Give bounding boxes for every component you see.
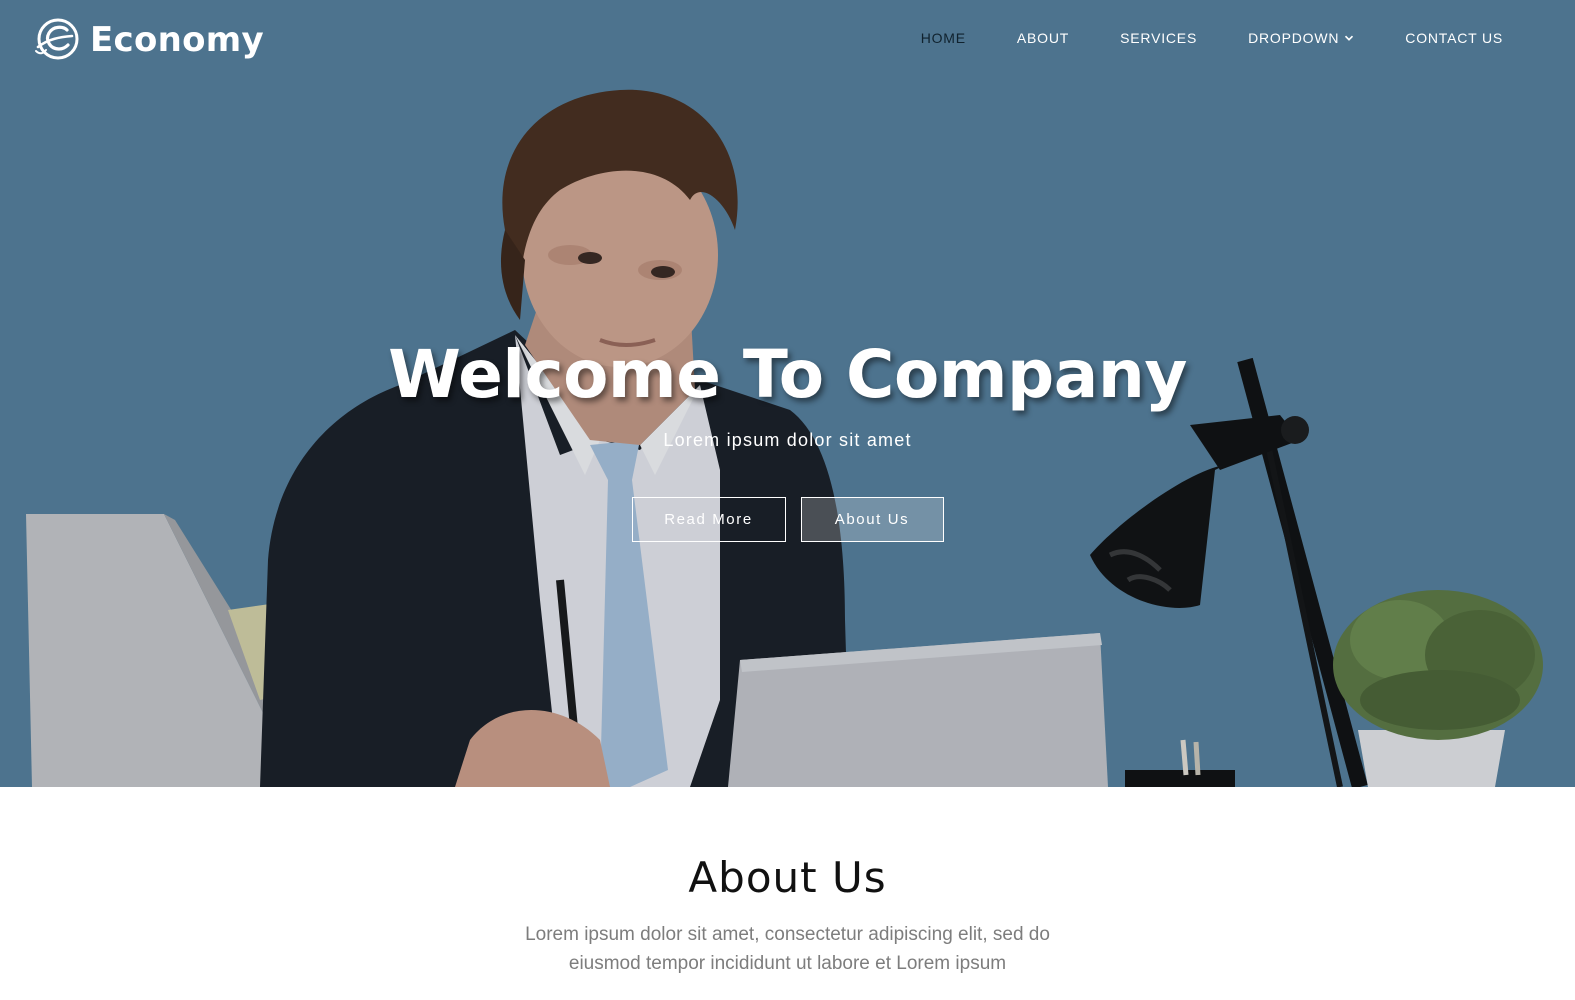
hero-section: Economy HOME ABOUT SERVICES DROPDOWN CON… bbox=[0, 0, 1575, 787]
nav-link-services[interactable]: SERVICES bbox=[1120, 30, 1197, 46]
nav-item-home: HOME bbox=[921, 30, 966, 46]
nav-link-home[interactable]: HOME bbox=[921, 30, 966, 46]
hero-content: Welcome To Company Lorem ipsum dolor sit… bbox=[0, 336, 1575, 451]
about-text-line-2: eiusmod tempor incididunt ut labore et L… bbox=[568, 953, 1007, 974]
about-text-line-1: Lorem ipsum dolor sit amet, consectetur … bbox=[525, 924, 1050, 945]
hero-buttons: Read More About Us bbox=[0, 497, 1575, 542]
nav-link-contact[interactable]: CONTACT US bbox=[1405, 30, 1503, 46]
hero-subtitle: Lorem ipsum dolor sit amet bbox=[663, 430, 912, 450]
nav-item-dropdown: DROPDOWN bbox=[1248, 30, 1354, 46]
chevron-down-icon bbox=[1345, 35, 1354, 41]
about-us-button[interactable]: About Us bbox=[800, 497, 944, 542]
nav-link-about[interactable]: ABOUT bbox=[1017, 30, 1069, 46]
about-text: Lorem ipsum dolor sit amet, consectetur … bbox=[488, 920, 1088, 978]
globe-e-logo-icon bbox=[35, 18, 79, 60]
nav-item-contact: CONTACT US bbox=[1405, 30, 1503, 46]
nav-link-dropdown[interactable]: DROPDOWN bbox=[1248, 30, 1354, 46]
read-more-button[interactable]: Read More bbox=[631, 497, 786, 542]
about-section: About Us Lorem ipsum dolor sit amet, con… bbox=[0, 787, 1575, 1000]
nav-item-services: SERVICES bbox=[1120, 30, 1197, 46]
brand-logo[interactable]: Economy bbox=[34, 16, 264, 64]
dropdown-label: DROPDOWN bbox=[1248, 30, 1340, 46]
brand-name: Economy bbox=[90, 20, 264, 60]
main-menu: HOME ABOUT SERVICES DROPDOWN CONTACT US bbox=[870, 30, 1503, 46]
top-navbar: Economy HOME ABOUT SERVICES DROPDOWN CON… bbox=[0, 0, 1575, 82]
nav-item-about: ABOUT bbox=[1017, 30, 1069, 46]
hero-title: Welcome To Company bbox=[388, 336, 1187, 413]
about-title: About Us bbox=[688, 853, 887, 902]
